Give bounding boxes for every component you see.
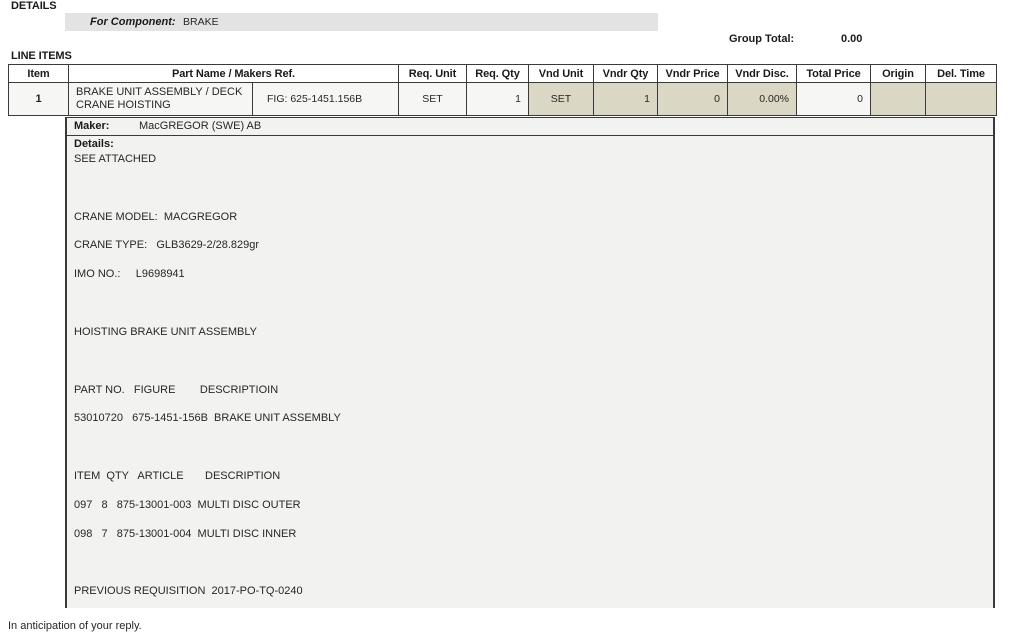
col-header-part-name: Part Name / Makers Ref. (68, 64, 399, 83)
col-header-req-unit: Req. Unit (398, 64, 467, 83)
vndr-qty-value: 1 (644, 93, 650, 105)
req-qty-value: 1 (515, 93, 521, 105)
line-items-section-heading: LINE ITEMS (11, 50, 72, 62)
for-component-value: BRAKE (183, 16, 219, 28)
col-header-req-qty: Req. Qty (466, 64, 529, 83)
cell-item: 1 (8, 82, 69, 116)
part-name-text: BRAKE UNIT ASSEMBLY / DECK CRANE HOISTIN… (69, 83, 253, 115)
group-total-value: 0.00 (841, 33, 863, 45)
col-header-origin: Origin (870, 64, 926, 83)
vnd-unit-value: SET (550, 93, 572, 105)
vndr-disc-value: 0.00% (759, 93, 789, 105)
closing-remark: In anticipation of your reply. (8, 620, 142, 632)
cell-vndr-qty[interactable]: 1 (593, 82, 658, 116)
group-total-label: Group Total: (729, 33, 795, 45)
cell-req-qty: 1 (466, 82, 529, 116)
maker-label: Maker: (74, 120, 110, 132)
cell-vndr-price[interactable]: 0 (657, 82, 728, 116)
cell-req-unit: SET (398, 82, 467, 116)
cell-total-price: 0 (796, 82, 871, 116)
details-text-body: SEE ATTACHED CRANE MODEL: MACGREGOR CRAN… (74, 153, 341, 598)
for-component-label: For Component: (90, 16, 176, 28)
cell-part-name: BRAKE UNIT ASSEMBLY / DECK CRANE HOISTIN… (68, 82, 399, 116)
col-header-vndr-qty: Vndr Qty (593, 64, 658, 83)
makers-ref-text: FIG: 625-1451.156B (267, 93, 363, 105)
col-header-vndr-disc: Vndr Disc. (727, 64, 797, 83)
table-row[interactable]: 1 BRAKE UNIT ASSEMBLY / DECK CRANE HOIST… (8, 82, 997, 116)
total-price-value: 0 (857, 93, 863, 105)
vndr-price-value: 0 (714, 93, 720, 105)
col-header-item: Item (8, 64, 69, 83)
details-section-heading: DETAILS (11, 0, 57, 12)
line-items-table: Item Part Name / Makers Ref. Req. Unit R… (8, 64, 997, 116)
cell-vnd-unit[interactable]: SET (528, 82, 594, 116)
cell-origin[interactable] (870, 82, 926, 116)
col-header-vndr-price: Vndr Price (657, 64, 728, 83)
for-component-bar: For Component: BRAKE (65, 13, 658, 31)
details-label: Details: (74, 138, 114, 150)
table-header-row: Item Part Name / Makers Ref. Req. Unit R… (8, 64, 997, 83)
col-header-vnd-unit: Vnd Unit (528, 64, 594, 83)
cell-del-time[interactable] (925, 82, 997, 116)
col-header-total-price: Total Price (796, 64, 871, 83)
line-item-details-panel: Maker: MacGREGOR (SWE) AB Details: SEE A… (65, 117, 995, 608)
req-unit-value: SET (422, 93, 443, 105)
maker-row: Maker: MacGREGOR (SWE) AB (67, 118, 993, 136)
cell-vndr-disc[interactable]: 0.00% (727, 82, 797, 116)
col-header-del-time: Del. Time (925, 64, 997, 83)
item-number: 1 (35, 93, 42, 105)
maker-value: MacGREGOR (SWE) AB (139, 120, 262, 132)
